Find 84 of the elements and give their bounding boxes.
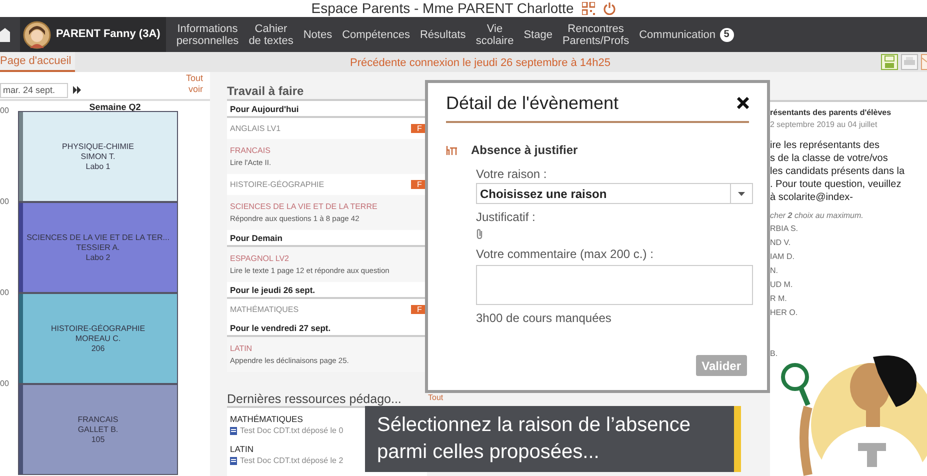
hour-label: 00 (0, 198, 9, 206)
save-icon[interactable] (881, 54, 898, 70)
field-label: Justificatif : (476, 210, 536, 224)
panel-text: s de la classe de votre/vos (770, 152, 889, 165)
window-title: Espace Parents - Mme PARENT Charlotte (311, 0, 574, 18)
lesson-text: SIMON T. (80, 152, 116, 162)
paperclip-icon[interactable] (476, 228, 483, 239)
panel-text: ire les représentants des (770, 139, 881, 152)
hour-label: 00 (0, 380, 9, 388)
fast-forward-icon[interactable] (73, 86, 81, 94)
document-icon (230, 457, 237, 465)
qr-code-icon[interactable] (582, 2, 595, 15)
date-field[interactable]: mar. 24 sept. (0, 83, 68, 98)
lesson-text: 105 (91, 434, 105, 444)
power-icon[interactable] (602, 2, 616, 15)
home-icon[interactable] (0, 26, 10, 42)
subject-label: LATIN (230, 444, 254, 455)
candidate-name: RBIA S. (770, 223, 800, 235)
student-selector[interactable]: PARENT Fanny (3A) (20, 17, 166, 52)
file-link[interactable]: Test Doc CDT.txt déposé le 2 (240, 455, 344, 467)
candidate-name: UD M. (770, 279, 794, 291)
date-range: 2 septembre 2019 au 04 juillet (770, 119, 878, 131)
panel-text: à scolarite@index- (770, 191, 854, 204)
lesson-text: HISTOIRE-GÉOGRAPHIE (50, 324, 146, 334)
candidate-name: R M. (770, 293, 788, 305)
hour-label: 00 (0, 289, 9, 297)
subject-label: SCIENCES DE LA VIE ET DE LA TERRE (230, 200, 378, 213)
reason-select[interactable]: Choisissez une raison (476, 183, 753, 204)
subject-label: FRANCAIS (230, 144, 270, 157)
missed-hours: 3h00 de cours manquées (476, 310, 612, 327)
nav-item[interactable]: Notes (298, 17, 338, 52)
subject-label: ANGLAIS LV1 (230, 122, 281, 134)
nav-item[interactable]: Résultats (414, 17, 471, 52)
document-icon (230, 427, 237, 435)
subject-label: MATHÉMATIQUES (230, 414, 303, 425)
section-title: Travail à faire (227, 83, 305, 99)
field-label: Votre raison : (476, 167, 548, 181)
caret-icon (738, 192, 745, 196)
mail-icon[interactable] (921, 54, 927, 70)
caption-line: parmi celles proposées... (377, 440, 600, 465)
lesson-text: PHYSIQUE-CHIMIE (62, 142, 134, 152)
nav-item[interactable]: Vie scolaire (470, 17, 519, 52)
last-login-notice: Précédente connexion le jeudi 26 septembre à 14h25 (350, 56, 611, 71)
subject-label: HISTOIRE-GÉOGRAPHIE (230, 178, 324, 190)
nav-item[interactable]: Compétences (337, 17, 415, 52)
see-all-link[interactable]: Tout voir (186, 73, 204, 95)
lesson-text: Labo 2 (86, 252, 110, 262)
close-icon[interactable] (737, 97, 749, 109)
field-label: Votre commentaire (max 200 c.) : (476, 247, 654, 261)
subject-label: ESPAGNOL LV2 (230, 252, 289, 265)
candidate-name: ND V. (770, 237, 792, 249)
candidate-name: IAM D. (770, 251, 796, 263)
lesson-text: Labo 1 (86, 162, 110, 172)
nav-item[interactable]: Informations personnelles (171, 17, 244, 52)
nav-item[interactable]: Cahier de textes (244, 17, 298, 52)
lesson-text: GALLET B. (78, 424, 118, 434)
count-badge: 5 (720, 28, 734, 42)
dialog-title: Détail de l'évènement (446, 92, 619, 114)
choice-note: cher 2 choix au maximum. (770, 210, 864, 222)
avatar-icon (23, 20, 51, 48)
panel-text: . Pour toute question, veuillez (770, 178, 902, 191)
candidate-name: B. (770, 348, 779, 360)
caption-line: Sélectionnez la raison de l’absence (377, 413, 692, 438)
candidate-name: N. (770, 265, 779, 277)
week-label: Semaine Q2 (88, 101, 141, 111)
section-title: Dernières ressources pédago... (227, 391, 402, 406)
hour-label: 00 (0, 107, 9, 115)
nav-item[interactable]: Rencontres Parents/Profs (557, 17, 634, 52)
subject-label: MATHÉMATIQUES (230, 304, 299, 316)
nav-item[interactable]: Stage (518, 17, 558, 52)
lesson-text: TESSIER A. (76, 242, 120, 252)
comment-field[interactable] (476, 265, 753, 305)
lesson-text: 206 (91, 344, 105, 354)
lesson-text: MOREAU C. (75, 334, 121, 344)
see-all-link[interactable]: Tout (428, 392, 444, 404)
file-link[interactable]: Test Doc CDT.txt déposé le 0 (240, 425, 344, 437)
event-type: Absence à justifier (471, 142, 578, 159)
lesson-text: SCIENCES DE LA VIE ET DE LA TER... (26, 232, 170, 242)
lesson-text: FRANCAIS (78, 414, 118, 424)
candidate-name: HER O. (770, 307, 799, 319)
panel-title: résentants des parents d'élèves (770, 107, 892, 119)
nav-item[interactable]: Communication 5 (634, 17, 739, 52)
subject-label: LATIN (230, 342, 252, 355)
panel-text: les candidats présents dans la (770, 165, 906, 178)
